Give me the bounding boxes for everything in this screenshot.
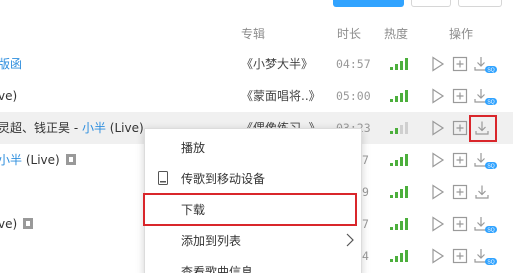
duration: 4 xyxy=(362,249,369,263)
menu-item-play[interactable]: 播放 xyxy=(145,132,361,162)
play-icon[interactable] xyxy=(430,88,446,104)
song-title[interactable]: 版函 xyxy=(0,55,22,73)
song-list-header: 专辑 时长 热度 操作 xyxy=(0,23,513,43)
add-to-list-icon[interactable] xyxy=(452,88,468,104)
menu-item-transfer-to-device[interactable]: 传歌到移动设备 xyxy=(145,163,361,193)
download-menu-highlight-box xyxy=(143,193,357,226)
add-to-list-icon[interactable] xyxy=(452,216,468,232)
chevron-right-icon xyxy=(345,233,355,247)
heat-bars-icon xyxy=(390,250,408,262)
song-title[interactable]: 灵超、钱正昊 - 小半 (Live) xyxy=(0,119,144,137)
download-icon[interactable] xyxy=(474,184,490,200)
download-sq-icon[interactable]: SQ xyxy=(474,248,497,266)
duration: 05:00 xyxy=(336,89,371,103)
album-link[interactable]: 《蒙面唱将..》 xyxy=(241,87,321,105)
menu-item-add-to-list[interactable]: 添加到列表 xyxy=(145,225,361,255)
svg-text:SQ: SQ xyxy=(487,228,494,234)
add-to-list-icon[interactable] xyxy=(452,248,468,264)
duration: 7 xyxy=(362,153,369,167)
column-duration: 时长 xyxy=(337,27,362,41)
table-row[interactable]: ve) 《蒙面唱将..》 05:00 SQ xyxy=(0,80,513,112)
heat-bars-icon xyxy=(390,90,408,102)
play-icon[interactable] xyxy=(430,216,446,232)
column-album: 专辑 xyxy=(241,27,266,41)
download-highlight-box xyxy=(469,115,497,142)
svg-text:SQ: SQ xyxy=(487,164,494,170)
toolbar-button[interactable] xyxy=(458,0,502,7)
play-icon[interactable] xyxy=(430,152,446,168)
add-to-list-icon[interactable] xyxy=(452,56,468,72)
svg-text:SQ: SQ xyxy=(487,68,494,74)
heat-bars-icon xyxy=(390,58,408,70)
toolbar-button[interactable] xyxy=(411,0,451,7)
svg-text:SQ: SQ xyxy=(487,260,494,266)
album-link[interactable]: 《小梦大半》 xyxy=(241,55,313,73)
song-title[interactable]: ve) xyxy=(0,215,34,233)
add-to-list-icon[interactable] xyxy=(452,152,468,168)
play-icon[interactable] xyxy=(430,120,446,136)
mobile-device-icon xyxy=(157,171,169,185)
heat-bars-icon xyxy=(390,218,408,230)
download-sq-icon[interactable]: SQ xyxy=(474,216,497,234)
heat-bars-icon xyxy=(390,186,408,198)
mv-icon[interactable] xyxy=(23,218,34,229)
play-all-button[interactable] xyxy=(333,0,404,7)
play-icon[interactable] xyxy=(430,184,446,200)
add-to-list-icon[interactable] xyxy=(452,120,468,136)
download-sq-icon[interactable]: SQ xyxy=(474,56,497,74)
top-toolbar xyxy=(0,0,513,8)
song-title[interactable]: ve) xyxy=(0,87,17,105)
heat-bars-icon xyxy=(390,154,408,166)
svg-text:SQ: SQ xyxy=(487,100,494,106)
menu-item-song-info[interactable]: 查看歌曲信息 xyxy=(145,256,361,273)
duration: 04:57 xyxy=(336,57,371,71)
column-actions: 操作 xyxy=(449,27,474,41)
song-title[interactable]: 小半 (Live) xyxy=(0,151,76,169)
column-heat: 热度 xyxy=(384,27,409,41)
play-icon[interactable] xyxy=(430,248,446,264)
song-link[interactable]: 小半 xyxy=(82,121,106,135)
mv-icon[interactable] xyxy=(65,154,76,165)
song-link[interactable]: 小半 xyxy=(0,153,22,167)
play-icon[interactable] xyxy=(430,56,446,72)
singer-link[interactable]: 版函 xyxy=(0,57,22,71)
duration: 7 xyxy=(362,217,369,231)
download-sq-icon[interactable]: SQ xyxy=(474,152,497,170)
add-to-list-icon[interactable] xyxy=(452,184,468,200)
duration: 9 xyxy=(362,185,369,199)
table-row[interactable]: 版函 《小梦大半》 04:57 SQ xyxy=(0,48,513,80)
download-sq-icon[interactable]: SQ xyxy=(474,88,497,106)
heat-bars-icon xyxy=(390,122,408,134)
